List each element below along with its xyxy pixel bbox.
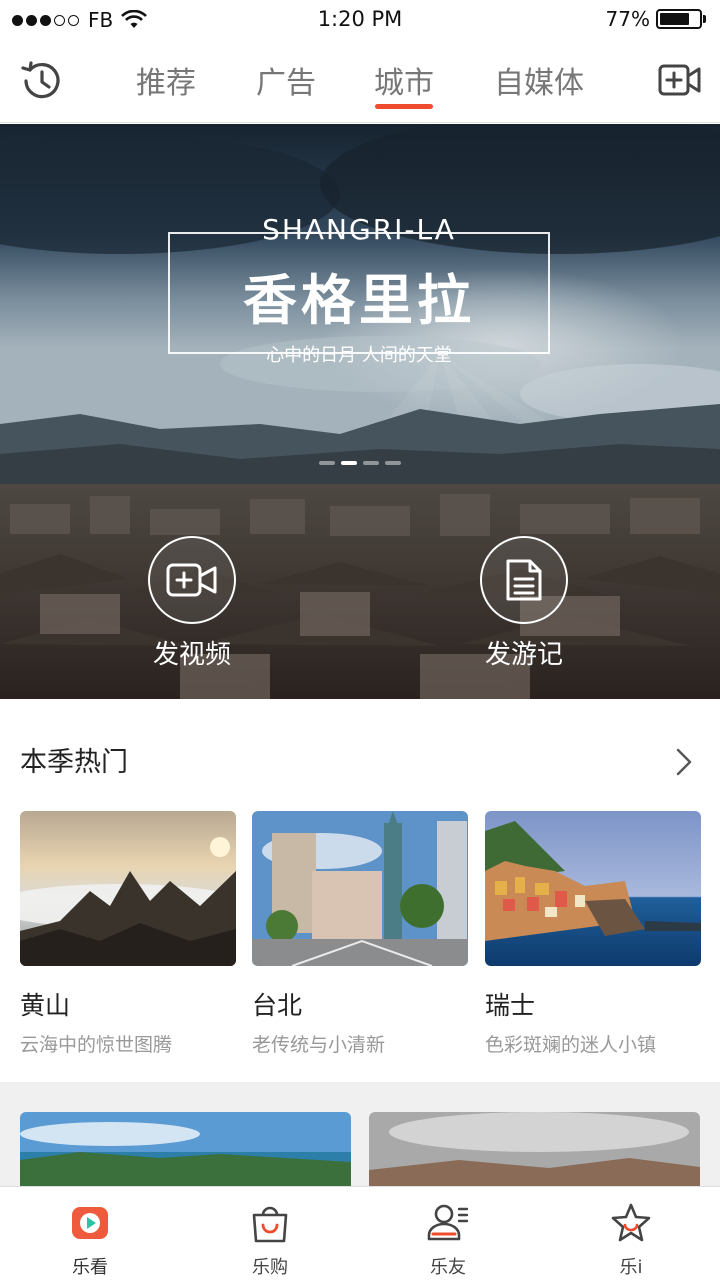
- destination-card-switzerland[interactable]: 瑞士 色彩斑斓的迷人小镇: [485, 811, 701, 1057]
- tab-ads[interactable]: 广告: [256, 58, 316, 102]
- banner-title-box: SHANGRI-LA 香格里拉 心中的日月 人间的天堂: [168, 213, 550, 366]
- contacts-icon[interactable]: [426, 1201, 470, 1245]
- bottom-tab-shop[interactable]: 乐购: [215, 1201, 325, 1279]
- card-image[interactable]: [485, 811, 701, 966]
- bottom-tab-watch[interactable]: 乐看: [35, 1201, 145, 1279]
- post-video-button[interactable]: 发视频: [112, 536, 272, 671]
- document-icon[interactable]: [480, 536, 568, 624]
- bottom-tab-label: 乐购: [252, 1257, 288, 1278]
- card-desc: 云海中的惊世图腾: [20, 1034, 173, 1056]
- hero-banner[interactable]: SHANGRI-LA 香格里拉 心中的日月 人间的天堂 发视频 发游记: [0, 124, 720, 699]
- section-title: 本季热门: [20, 747, 128, 778]
- bottom-tab-me[interactable]: 乐i: [576, 1201, 686, 1279]
- banner-subtitle: 心中的日月 人间的天堂: [266, 345, 452, 366]
- post-travelogue-button[interactable]: 发游记: [444, 536, 604, 671]
- history-icon[interactable]: [18, 58, 64, 104]
- tab-self-media[interactable]: 自媒体: [494, 58, 584, 102]
- banner-title: 香格里拉: [243, 269, 475, 332]
- section-divider: [0, 1082, 720, 1112]
- more-content-row: [0, 1112, 720, 1186]
- card-name: 黄山: [20, 991, 71, 1020]
- bottom-tab-label: 乐友: [430, 1257, 466, 1278]
- shopping-bag-icon[interactable]: [248, 1201, 292, 1245]
- tab-recommend[interactable]: 推荐: [136, 58, 196, 102]
- card-image[interactable]: [252, 811, 468, 966]
- banner-pager: [0, 461, 720, 465]
- star-icon[interactable]: [609, 1201, 653, 1245]
- bottom-tab-friends[interactable]: 乐友: [393, 1201, 503, 1279]
- chevron-right-icon[interactable]: [676, 748, 692, 776]
- pager-dot[interactable]: [363, 461, 379, 465]
- play-icon[interactable]: [68, 1201, 112, 1245]
- pager-dot[interactable]: [385, 461, 401, 465]
- bottom-tab-label: 乐i: [619, 1257, 643, 1278]
- battery-percent: 77%: [605, 7, 650, 31]
- card-name: 瑞士: [485, 991, 536, 1020]
- pager-dot-active[interactable]: [341, 461, 357, 465]
- card-desc: 老传统与小清新: [252, 1034, 386, 1056]
- section-header[interactable]: 本季热门: [20, 740, 700, 784]
- bottom-tab-label: 乐看: [72, 1257, 108, 1278]
- feed-card-image[interactable]: [369, 1112, 700, 1186]
- pager-dot[interactable]: [319, 461, 335, 465]
- battery-fill: [660, 13, 690, 25]
- battery-indicator: 77%: [606, 7, 706, 31]
- destination-card-taipei[interactable]: 台北 老传统与小清新: [252, 811, 468, 1057]
- card-desc: 色彩斑斓的迷人小镇: [485, 1034, 657, 1056]
- card-image[interactable]: [20, 811, 236, 966]
- card-name: 台北: [252, 991, 303, 1020]
- status-bar: FB 1:20 PM 77%: [0, 0, 720, 40]
- banner-title-en: SHANGRI-LA: [262, 213, 456, 246]
- tab-city[interactable]: 城市: [374, 58, 434, 102]
- post-travelogue-label: 发游记: [484, 640, 563, 670]
- active-tab-indicator: [375, 104, 433, 109]
- post-video-label: 发视频: [152, 640, 231, 670]
- destination-card-huangshan[interactable]: 黄山 云海中的惊世图腾: [20, 811, 236, 1057]
- battery-tip: [703, 15, 706, 23]
- video-camera-icon[interactable]: [658, 60, 702, 100]
- feed-card-image[interactable]: [20, 1112, 351, 1186]
- top-nav: 推荐 广告 城市 自媒体: [0, 40, 720, 123]
- banner-image: [0, 124, 720, 699]
- video-plus-icon[interactable]: [148, 536, 236, 624]
- battery-icon: [656, 9, 702, 29]
- bottom-tab-bar: 乐看 乐购 乐友 乐i: [0, 1186, 720, 1280]
